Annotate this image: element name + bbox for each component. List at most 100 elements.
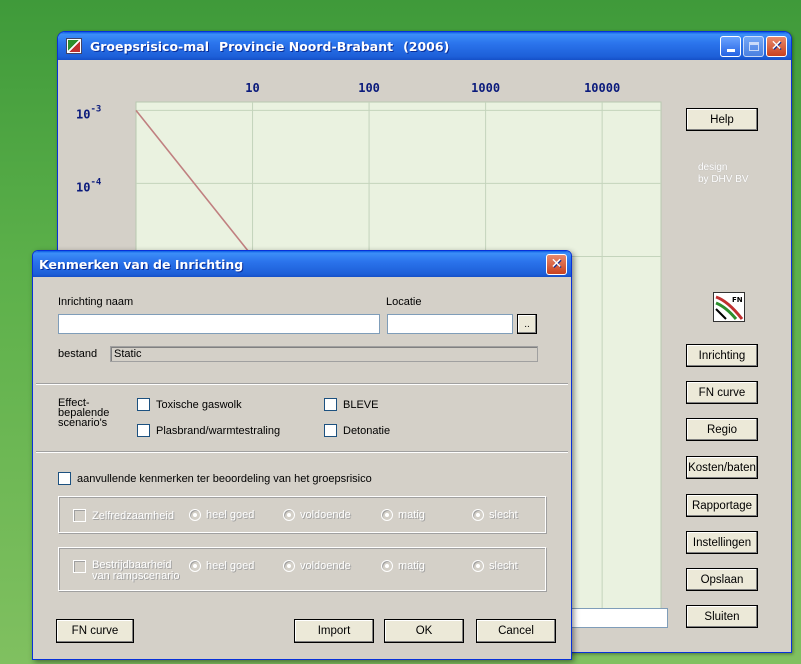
maximize-button — [743, 35, 764, 57]
main-titlebar[interactable]: Groepsrisico-mal Provincie Noord-Brabant(… — [58, 32, 791, 60]
import-button[interactable]: Import — [294, 619, 374, 643]
bestrijdbaarheid-label-line2: van rampscenario — [92, 570, 180, 582]
minimize-button[interactable] — [720, 35, 741, 57]
bestrijd-option-slecht: slecht — [472, 560, 518, 572]
detonatie-checkbox[interactable]: Detonatie — [324, 424, 390, 437]
design-credit-line2: by DHV BV — [698, 174, 749, 185]
chart-y-tick-base: 10 — [76, 180, 90, 194]
ok-button[interactable]: OK — [384, 619, 464, 643]
fn-curve-side-button[interactable]: FN curve — [686, 381, 758, 404]
regio-button[interactable]: Regio — [686, 418, 758, 441]
effect-scenarios-label: Effect- bepalende scenario's — [58, 398, 109, 429]
bestrijdbaarheid-checkbox: Bestrijdbaarheid van rampscenario — [73, 560, 179, 582]
zelfred-option-label: slecht — [489, 509, 518, 521]
zelfred-option-heel-goed: heel goed — [189, 509, 254, 521]
toxische-gaswolk-label: Toxische gaswolk — [156, 398, 242, 411]
effect-label-line3: scenario's — [58, 417, 108, 429]
divider — [36, 383, 568, 385]
divider — [36, 451, 568, 453]
minimize-icon — [726, 48, 735, 52]
bestand-label: bestand — [58, 348, 98, 360]
main-status-field[interactable] — [563, 608, 668, 628]
dialog-close-button[interactable]: ✕ — [546, 253, 567, 275]
bestrijdbaarheid-label: Bestrijdbaarheid van rampscenario — [92, 560, 179, 582]
bleve-label: BLEVE — [343, 398, 379, 411]
bestrijd-option-label: matig — [398, 560, 425, 572]
checkbox-box — [73, 509, 86, 522]
radio-button — [472, 560, 484, 572]
dialog-body: Inrichting naam Locatie .. bestand Stati… — [36, 277, 568, 656]
bleve-checkbox[interactable]: BLEVE — [324, 398, 378, 411]
fn-logo-icon: FN — [713, 292, 745, 322]
zelfredzaamheid-label: Zelfredzaamheid — [92, 509, 174, 522]
detonatie-label: Detonatie — [343, 424, 391, 437]
inrichting-naam-input[interactable] — [58, 314, 380, 334]
radio-button — [381, 560, 393, 572]
app-icon[interactable] — [66, 38, 82, 54]
chart-y-tick-base: 10 — [76, 107, 90, 121]
radio-button — [189, 560, 201, 572]
radio-button — [472, 509, 484, 521]
aanvullende-kenmerken-label: aanvullende kenmerken ter beoordeling va… — [77, 472, 372, 485]
fn-curve-button[interactable]: FN curve — [56, 619, 134, 643]
locatie-input[interactable] — [387, 314, 513, 334]
zelfred-option-label: voldoende — [300, 509, 351, 521]
instellingen-button[interactable]: Instellingen — [686, 531, 758, 554]
dialog-titlebar[interactable]: Kenmerken van de Inrichting ✕ — [33, 251, 571, 277]
chart-y-tick-label: 10-3 — [76, 104, 101, 121]
bestrijd-option-label: slecht — [489, 560, 518, 572]
zelfred-option-matig: matig — [381, 509, 425, 521]
chart-x-tick-label: 1000 — [471, 81, 500, 95]
plasbrand-checkbox[interactable]: Plasbrand/warmtestraling — [137, 424, 280, 437]
inrichting-button[interactable]: Inrichting — [686, 344, 758, 367]
chart-y-tick-exponent: -3 — [90, 104, 101, 114]
chart-x-tick-label: 100 — [358, 81, 380, 95]
chart-x-tick-label: 10 — [245, 81, 259, 95]
kosten-baten-button[interactable]: Kosten/baten — [686, 456, 758, 479]
checkbox-box[interactable] — [58, 472, 71, 485]
radio-button — [283, 509, 295, 521]
checkbox-box — [73, 560, 86, 573]
zelfredzaamheid-group: Zelfredzaamheid heel goed voldoende mati… — [58, 496, 546, 533]
checkbox-box[interactable] — [137, 398, 150, 411]
bestand-field: Static — [110, 346, 538, 362]
inrichting-dialog: Kenmerken van de Inrichting ✕ Inrichting… — [32, 250, 572, 660]
bestrijd-option-heel-goed: heel goed — [189, 560, 254, 572]
zelfredzaamheid-checkbox: Zelfredzaamheid — [73, 509, 174, 522]
bestrijd-option-matig: matig — [381, 560, 425, 572]
design-credit-line1: design — [698, 162, 728, 173]
bestrijd-option-label: heel goed — [206, 560, 255, 572]
aanvullende-kenmerken-checkbox[interactable]: aanvullende kenmerken ter beoordeling va… — [58, 472, 372, 485]
plasbrand-label: Plasbrand/warmtestraling — [156, 424, 281, 437]
toxische-gaswolk-checkbox[interactable]: Toxische gaswolk — [137, 398, 242, 411]
bestrijdbaarheid-group: Bestrijdbaarheid van rampscenario heel g… — [58, 547, 546, 591]
rapportage-button[interactable]: Rapportage — [686, 494, 758, 517]
locatie-browse-button[interactable]: .. — [517, 314, 537, 334]
checkbox-box[interactable] — [137, 424, 150, 437]
close-button[interactable]: ✕ — [766, 35, 787, 57]
zelfred-option-slecht: slecht — [472, 509, 518, 521]
checkbox-box[interactable] — [324, 424, 337, 437]
zelfred-option-voldoende: voldoende — [283, 509, 351, 521]
dialog-title: Kenmerken van de Inrichting — [39, 256, 244, 272]
cancel-button[interactable]: Cancel — [476, 619, 556, 643]
radio-button — [381, 509, 393, 521]
chart-y-tick-exponent: -4 — [90, 177, 101, 187]
radio-button — [189, 509, 201, 521]
locatie-label: Locatie — [386, 296, 422, 308]
bestrijd-option-label: voldoende — [300, 560, 351, 572]
bestrijd-option-voldoende: voldoende — [283, 560, 351, 572]
chart-y-tick-label: 10-4 — [76, 177, 102, 194]
zelfred-option-label: heel goed — [206, 509, 255, 521]
opslaan-button[interactable]: Opslaan — [686, 568, 758, 591]
close-icon: ✕ — [550, 256, 563, 272]
help-button[interactable]: Help — [686, 108, 758, 131]
maximize-icon — [748, 41, 759, 51]
inrichting-naam-label: Inrichting naam — [58, 296, 134, 308]
sluiten-button[interactable]: Sluiten — [686, 605, 758, 628]
radio-button — [283, 560, 295, 572]
design-credit: design by DHV BV — [698, 162, 749, 186]
close-icon: ✕ — [770, 38, 783, 54]
main-window-title: Groepsrisico-mal Provincie Noord-Brabant(… — [90, 38, 450, 54]
checkbox-box[interactable] — [324, 398, 337, 411]
